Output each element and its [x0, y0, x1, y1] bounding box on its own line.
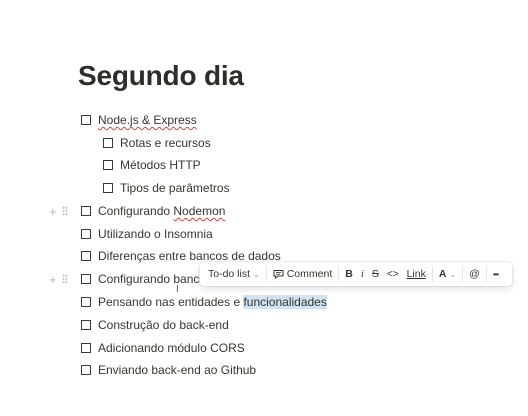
- todo-item[interactable]: Tipos de parâmetros: [103, 178, 230, 198]
- todo-item[interactable]: Adicionando módulo CORS: [81, 338, 245, 358]
- page-title: Segundo dia: [78, 60, 244, 91]
- toolbar-divider: [338, 266, 340, 282]
- comment-label: Comment: [286, 268, 333, 280]
- strikethrough-button[interactable]: S: [368, 262, 383, 286]
- todo-label[interactable]: Pensando nas entidades e funcionalidades: [98, 292, 327, 312]
- todo-checkbox[interactable]: [103, 183, 113, 193]
- plus-icon[interactable]: +: [49, 204, 57, 219]
- todo-item[interactable]: Configurando Nodemon: [81, 201, 225, 221]
- todo-checkbox[interactable]: [81, 365, 91, 375]
- todo-label[interactable]: Construção do back-end: [98, 315, 229, 335]
- link-button[interactable]: Link: [403, 262, 430, 286]
- todo-checkbox[interactable]: [81, 115, 91, 125]
- block-type-dropdown[interactable]: To-do list ⌄: [204, 262, 264, 286]
- code-button[interactable]: <>: [383, 262, 403, 286]
- comment-icon: [273, 270, 284, 279]
- text-color-dropdown[interactable]: A ⌄: [435, 262, 460, 286]
- comment-button[interactable]: Comment: [269, 262, 337, 286]
- chevron-down-icon: ⌄: [253, 269, 260, 279]
- toolbar-divider: [462, 266, 464, 282]
- todo-checkbox[interactable]: [103, 160, 113, 170]
- selected-text[interactable]: funcionalidades: [243, 295, 327, 309]
- todo-checkbox[interactable]: [81, 320, 91, 330]
- todo-item[interactable]: Utilizando o Insomnia: [81, 224, 213, 244]
- todo-checkbox[interactable]: [81, 229, 91, 239]
- todo-label[interactable]: Node.js & Express: [98, 110, 197, 130]
- block-handle[interactable]: +: [49, 201, 68, 221]
- toolbar-divider: [431, 266, 433, 282]
- todo-item[interactable]: Enviando back-end ao Github: [81, 360, 256, 380]
- todo-label-text: Configurando: [98, 204, 174, 218]
- todo-item[interactable]: Configurando banco: [81, 269, 206, 289]
- todo-label[interactable]: Métodos HTTP: [120, 155, 201, 175]
- italic-button[interactable]: i: [357, 262, 368, 286]
- todo-label-word: Nodemon: [173, 204, 226, 218]
- todo-label[interactable]: Utilizando o Insomnia: [98, 224, 213, 244]
- toolbar-divider: [265, 266, 267, 282]
- plus-icon[interactable]: +: [49, 272, 57, 287]
- more-button[interactable]: •••: [489, 262, 502, 286]
- todo-checkbox[interactable]: [103, 138, 113, 148]
- todo-checkbox[interactable]: [81, 297, 91, 307]
- todo-label[interactable]: Tipos de parâmetros: [120, 178, 230, 198]
- toolbar-divider: [485, 266, 487, 282]
- todo-checkbox[interactable]: [81, 206, 91, 216]
- todo-item[interactable]: Construção do back-end: [81, 315, 229, 335]
- todo-checkbox[interactable]: [81, 343, 91, 353]
- todo-label[interactable]: Configurando banco: [98, 269, 206, 289]
- todo-checkbox[interactable]: [81, 274, 91, 284]
- text-cursor-icon: I: [176, 284, 179, 295]
- mention-icon: @: [469, 268, 480, 280]
- block-type-label: To-do list: [208, 268, 251, 280]
- todo-label[interactable]: Enviando back-end ao Github: [98, 360, 256, 380]
- todo-checkbox[interactable]: [81, 251, 91, 261]
- more-icon: •••: [492, 269, 499, 279]
- formatting-toolbar: To-do list ⌄ Comment B i S <> Link A ⌄ @…: [200, 262, 512, 286]
- todo-label[interactable]: Configurando Nodemon: [98, 201, 225, 221]
- chevron-down-icon: ⌄: [449, 269, 457, 279]
- todo-item[interactable]: Pensando nas entidades e funcionalidades: [81, 292, 327, 312]
- text-color-label: A: [438, 268, 447, 280]
- mention-button[interactable]: @: [465, 262, 484, 286]
- todo-label-text: Pensando nas entidades e: [98, 295, 244, 309]
- drag-handle-icon[interactable]: [61, 206, 68, 216]
- drag-handle-icon[interactable]: [61, 274, 68, 284]
- bold-button[interactable]: B: [341, 262, 357, 286]
- todo-item[interactable]: Node.js & Express: [81, 110, 197, 130]
- todo-item[interactable]: Rotas e recursos: [103, 133, 211, 153]
- todo-label[interactable]: Rotas e recursos: [120, 133, 211, 153]
- todo-label[interactable]: Adicionando módulo CORS: [98, 338, 245, 358]
- todo-item[interactable]: Métodos HTTP: [103, 155, 201, 175]
- block-handle[interactable]: +: [49, 269, 68, 289]
